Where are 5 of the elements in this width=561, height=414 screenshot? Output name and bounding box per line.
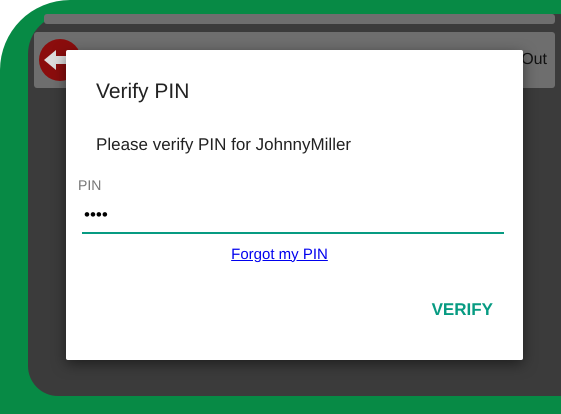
- dialog-title: Verify PIN: [96, 79, 190, 105]
- forgot-pin-link[interactable]: Forgot my PIN: [231, 244, 328, 266]
- menu-item[interactable]: [44, 14, 555, 24]
- field-label: PIN: [78, 176, 102, 195]
- dialog-message: Please verify PIN for JohnnyMiller: [96, 134, 352, 156]
